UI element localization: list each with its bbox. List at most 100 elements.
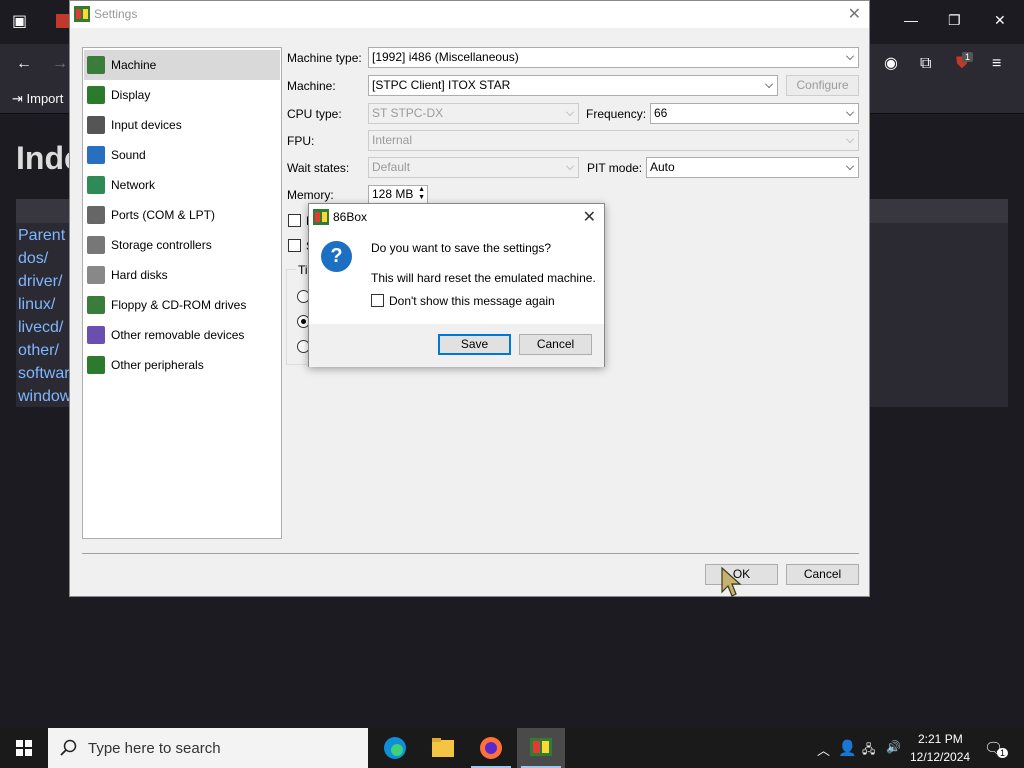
peripherals-icon (87, 356, 105, 374)
directory-link[interactable]: softwar (18, 365, 70, 383)
site-favicon-icon[interactable] (56, 14, 70, 28)
floppy-cdrom-icon (87, 296, 105, 314)
machine-value: [STPC Client] ITOX STAR (372, 78, 511, 92)
86box-app-icon (74, 6, 90, 22)
frequency-label: Frequency: (586, 107, 647, 121)
chevron-down-icon (846, 135, 854, 143)
clock-date[interactable]: 12/12/2024 (910, 750, 970, 764)
volume-icon[interactable]: 🔊 (886, 740, 901, 754)
settings-category-list[interactable]: Machine Display Input devices Sound Network P… (82, 47, 282, 539)
machine-type-select[interactable]: [1992] i486 (Miscellaneous) (368, 47, 859, 68)
mouse-cursor-icon (721, 566, 742, 597)
nav-item-floppy-cd-rom-drives[interactable]: Floppy & CD-ROM drives (84, 290, 280, 320)
fpu-select[interactable]: Internal (368, 130, 859, 151)
restore-icon[interactable]: ❐ (948, 12, 961, 29)
nav-item-label: Ports (COM & LPT) (111, 208, 216, 222)
close-icon[interactable]: ✕ (994, 12, 1006, 29)
pit-mode-label: PIT mode: (587, 161, 643, 175)
nav-item-label: Display (111, 88, 151, 102)
start-button[interactable] (0, 728, 48, 768)
taskbar-86box[interactable] (517, 728, 565, 768)
nav-item-label: Other peripherals (111, 358, 204, 372)
chevron-down-icon (846, 52, 854, 60)
dont-show-checkbox[interactable] (371, 294, 384, 307)
nav-item-hard-disks[interactable]: Hard disks (84, 260, 280, 290)
clock-time[interactable]: 2:21 PM (918, 732, 963, 746)
directory-link[interactable]: livecd/ (18, 319, 63, 337)
directory-link[interactable]: driver/ (18, 273, 62, 291)
frequency-value: 66 (654, 106, 668, 120)
fpu-label: FPU: (287, 134, 315, 148)
chevron-down-icon (846, 162, 854, 170)
pit-mode-select[interactable]: Auto (646, 157, 859, 178)
cpu-type-select[interactable]: ST STPC-DX (368, 103, 579, 124)
taskbar-firefox[interactable] (467, 728, 515, 768)
taskbar-search-box[interactable]: Type here to search (48, 728, 368, 768)
footer-separator (82, 553, 859, 554)
nav-item-other-peripherals[interactable]: Other peripherals (84, 350, 280, 380)
nav-item-display[interactable]: Display (84, 80, 280, 110)
machine-type-value: [1992] i486 (Miscellaneous) (372, 50, 519, 64)
question-icon: ? (321, 241, 352, 272)
dialog-question: Do you want to save the settings? (371, 241, 552, 255)
extension-badge: 1 (962, 52, 974, 62)
directory-link[interactable]: window (18, 388, 71, 406)
chevron-down-icon (846, 108, 854, 116)
network-icon[interactable]: 🖧 (862, 740, 875, 761)
nav-item-sound[interactable]: Sound (84, 140, 280, 170)
directory-link[interactable]: Parent (18, 227, 65, 245)
dialog-cancel-button[interactable]: Cancel (519, 334, 592, 355)
chevron-down-icon (566, 162, 574, 170)
user-icon[interactable]: 👤 (838, 739, 857, 757)
taskbar-edge[interactable] (371, 728, 419, 768)
forward-icon[interactable]: → (52, 56, 68, 72)
directory-link[interactable]: other/ (18, 342, 59, 360)
input-devices-icon (87, 116, 105, 134)
save-settings-dialog: 86Box ✕ ? Do you want to save the settin… (308, 203, 605, 367)
86box-app-icon (313, 209, 329, 225)
minimize-icon[interactable]: — (904, 12, 918, 28)
nav-item-label: Floppy & CD-ROM drives (111, 298, 247, 312)
show-hidden-icons-icon[interactable]: ︿ (817, 740, 830, 759)
nav-item-other-removable-devices[interactable]: Other removable devices (84, 320, 280, 350)
nav-item-label: Input devices (111, 118, 182, 132)
bookmark-import[interactable]: ⇥ Import (12, 91, 63, 107)
extensions-icon[interactable]: ⧉ (920, 56, 931, 72)
cancel-button[interactable]: Cancel (786, 564, 859, 585)
sound-icon (87, 146, 105, 164)
nav-item-label: Sound (111, 148, 146, 162)
nav-item-input-devices[interactable]: Input devices (84, 110, 280, 140)
directory-link[interactable]: linux/ (18, 296, 55, 314)
settings-titlebar: Settings ✕ (70, 1, 869, 28)
chevron-down-icon (566, 108, 574, 116)
display-icon (87, 86, 105, 104)
nav-item-ports-com-lpt[interactable]: Ports (COM & LPT) (84, 200, 280, 230)
settings-close-icon[interactable]: ✕ (848, 4, 861, 24)
frequency-select[interactable]: 66 (650, 103, 859, 124)
dialog-close-icon[interactable]: ✕ (583, 207, 596, 227)
directory-link[interactable]: dos/ (18, 250, 48, 268)
menu-icon[interactable]: ≡ (992, 56, 1001, 72)
configure-button[interactable]: Configure (786, 75, 859, 96)
network-icon (87, 176, 105, 194)
tab-list-icon[interactable]: ▣ (12, 14, 27, 30)
nav-item-label: Other removable devices (111, 328, 245, 342)
machine-label: Machine: (287, 79, 336, 93)
machine-select[interactable]: [STPC Client] ITOX STAR (368, 75, 778, 96)
wait-states-value: Default (372, 160, 411, 174)
removable-devices-icon (87, 326, 105, 344)
machine-option-checkbox-2[interactable] (288, 239, 301, 252)
wait-states-select[interactable]: Default (368, 157, 579, 178)
pit-mode-value: Auto (650, 160, 675, 174)
nav-item-machine[interactable]: Machine (84, 50, 280, 80)
nav-item-storage-controllers[interactable]: Storage controllers (84, 230, 280, 260)
spin-arrows-icon[interactable]: ▲ ▼ (418, 186, 425, 202)
save-button[interactable]: Save (438, 334, 511, 355)
back-icon[interactable]: ← (16, 56, 32, 72)
nav-item-network[interactable]: Network (84, 170, 280, 200)
account-icon[interactable]: ◉ (884, 56, 898, 72)
memory-spinbox[interactable]: 128 MB ▲ ▼ (368, 185, 428, 204)
taskbar-file-explorer[interactable] (419, 728, 467, 768)
fpu-value: Internal (372, 133, 413, 147)
machine-option-checkbox-1[interactable] (288, 214, 301, 227)
